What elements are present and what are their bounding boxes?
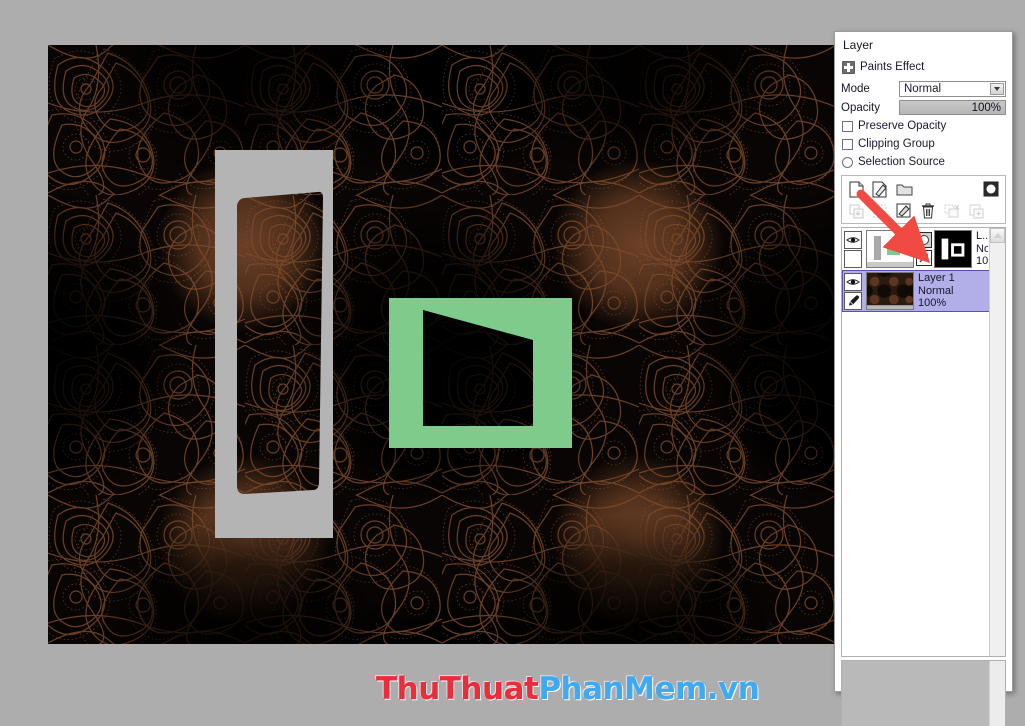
opacity-slider[interactable]: 100% xyxy=(899,100,1006,115)
layer-toolbar-row-1 xyxy=(844,178,1003,200)
layer-name: Layer 1 xyxy=(918,272,955,285)
layer-toolbar[interactable] xyxy=(841,175,1006,224)
paints-effect-toggle[interactable]: Paints Effect xyxy=(835,56,1012,79)
layer-list-container[interactable]: L... No... 10... xyxy=(841,227,1006,657)
list-item[interactable]: Layer 1 Normal 100% xyxy=(842,270,990,312)
clipping-group-checkbox[interactable] xyxy=(842,138,853,150)
layer-mask-controls xyxy=(914,230,934,268)
layer-mask-indicator-icon[interactable] xyxy=(916,232,932,248)
watermark-part1: ThuThuat xyxy=(376,671,539,707)
layer-panel[interactable]: Layer Paints Effect Mode Normal Opacity … xyxy=(834,31,1013,726)
mode-value: Normal xyxy=(904,82,942,95)
watermark-part2: PhanMem.vn xyxy=(538,671,760,707)
eyedropper-icon[interactable] xyxy=(844,291,862,310)
eye-icon[interactable] xyxy=(844,272,862,291)
transfer-down-icon xyxy=(868,201,892,222)
layer-mode: No... xyxy=(976,242,988,255)
clear-layer-icon[interactable] xyxy=(892,201,916,222)
list-item[interactable]: L... No... 10... xyxy=(842,228,990,270)
selection-source-row[interactable]: Selection Source xyxy=(835,153,1012,171)
lower-body xyxy=(842,661,990,726)
new-folder-icon[interactable] xyxy=(892,179,916,200)
app-window: ThuThuatPhanMem.vn Layer Paints Effect M… xyxy=(0,0,1025,726)
mode-select[interactable]: Normal xyxy=(899,80,1006,97)
delete-layer-icon[interactable] xyxy=(916,201,940,222)
layer-list[interactable]: L... No... 10... xyxy=(842,228,990,656)
layer-opacity: 100% xyxy=(918,297,947,310)
merge-down-icon xyxy=(844,201,868,222)
opacity-value: 100% xyxy=(971,101,1001,114)
paints-effect-label: Paints Effect xyxy=(860,61,925,73)
gray-frame-shape[interactable] xyxy=(215,150,337,538)
selection-source-radio[interactable] xyxy=(842,156,853,168)
layer-thumbnail[interactable] xyxy=(866,230,914,268)
mask-pin-icon[interactable] xyxy=(916,250,932,266)
preserve-opacity-row[interactable]: Preserve Opacity xyxy=(835,117,1012,135)
layer-name: L... xyxy=(976,230,988,243)
apply-mask-icon xyxy=(940,201,964,222)
green-frame-shape[interactable] xyxy=(389,298,572,448)
clipping-group-row[interactable]: Clipping Group xyxy=(835,135,1012,153)
mode-row: Mode Normal xyxy=(835,79,1012,98)
add-layer-mask-icon[interactable] xyxy=(979,179,1003,200)
expand-plus-icon[interactable] xyxy=(842,60,855,74)
new-linework-layer-icon[interactable] xyxy=(868,179,892,200)
mode-label: Mode xyxy=(841,82,870,95)
panel-lower-region xyxy=(841,660,1006,726)
layer-list-scrollbar[interactable] xyxy=(989,228,1005,656)
layer-info: Layer 1 Normal 100% xyxy=(914,272,988,310)
watermark: ThuThuatPhanMem.vn xyxy=(376,671,760,707)
artwork-canvas[interactable] xyxy=(48,45,835,644)
opacity-label: Opacity xyxy=(841,101,880,114)
chevron-down-icon[interactable] xyxy=(990,82,1004,95)
layer-select-box[interactable] xyxy=(844,249,862,268)
preserve-opacity-checkbox[interactable] xyxy=(842,120,853,132)
preserve-opacity-label: Preserve Opacity xyxy=(858,120,947,132)
layer-opacity: 10... xyxy=(976,255,988,268)
layer-mode: Normal xyxy=(918,284,954,297)
opacity-row: Opacity 100% xyxy=(835,98,1012,117)
duplicate-layer-icon xyxy=(964,201,988,222)
layer-toolbar-row-2 xyxy=(844,200,1003,222)
new-layer-icon[interactable] xyxy=(844,179,868,200)
layer-visibility-column xyxy=(844,230,864,268)
lower-vertical-scrollbar[interactable] xyxy=(989,661,1005,726)
clipping-group-label: Clipping Group xyxy=(858,138,935,150)
scroll-up-button[interactable] xyxy=(990,228,1005,243)
layer-info: L... No... 10... xyxy=(972,230,988,268)
eye-icon[interactable] xyxy=(844,230,862,249)
selection-source-label: Selection Source xyxy=(858,156,945,168)
layer-visibility-column xyxy=(844,272,864,310)
panel-title: Layer xyxy=(843,38,874,52)
layer-mask-thumbnail[interactable] xyxy=(934,230,972,268)
layer-thumbnail[interactable] xyxy=(866,272,914,310)
